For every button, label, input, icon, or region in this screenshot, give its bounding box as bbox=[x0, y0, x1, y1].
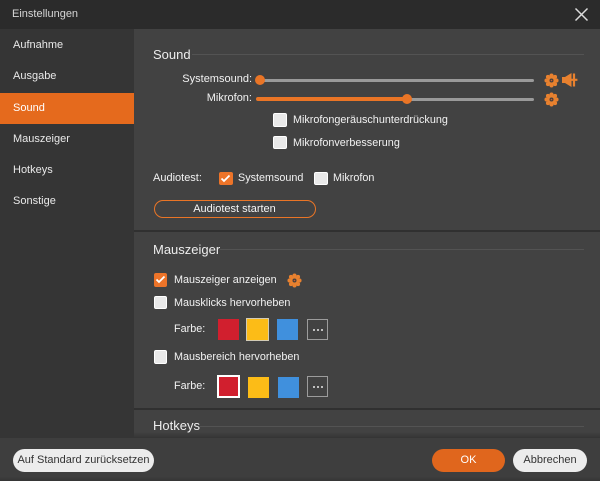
check-icon bbox=[220, 174, 231, 183]
audiotest-start-button[interactable]: Audiotest starten bbox=[154, 200, 316, 218]
audiotest-label: Audiotest: bbox=[153, 172, 202, 184]
mikrofon-slider-thumb[interactable] bbox=[402, 94, 412, 104]
click-color-yellow[interactable] bbox=[247, 319, 268, 340]
footer-bar: Auf Standard zurücksetzen OK Abbrechen bbox=[0, 438, 600, 481]
highlight-clicks-checkbox[interactable] bbox=[154, 296, 168, 310]
reset-button[interactable]: Auf Standard zurücksetzen bbox=[13, 449, 154, 472]
mauszeiger-heading-rule bbox=[220, 249, 584, 250]
area-color-label: Farbe: bbox=[174, 380, 205, 392]
click-color-red[interactable] bbox=[218, 319, 239, 340]
close-icon bbox=[574, 7, 589, 22]
sidebar-item-hotkeys[interactable]: Hotkeys bbox=[0, 155, 134, 186]
noise-reduction-checkbox[interactable] bbox=[273, 113, 287, 127]
mic-enhance-checkbox[interactable] bbox=[273, 136, 287, 150]
systemsound-slider-thumb[interactable] bbox=[255, 75, 265, 85]
sidebar-item-aufnahme[interactable]: Aufnahme bbox=[0, 30, 134, 61]
systemsound-slider-track[interactable] bbox=[258, 79, 534, 82]
systemsound-label: Systemsound: bbox=[154, 73, 252, 85]
speaker-plus-icon bbox=[562, 73, 580, 88]
highlight-clicks-label: Mausklicks hervorheben bbox=[174, 297, 290, 309]
gear-icon bbox=[287, 273, 302, 288]
check-icon bbox=[155, 275, 166, 284]
mic-enhance-label: Mikrofonverbesserung bbox=[293, 137, 400, 149]
mikrofon-slider-fill bbox=[256, 97, 407, 101]
mikrofon-settings-button[interactable] bbox=[544, 92, 559, 112]
audiotest-systemsound-checkbox[interactable] bbox=[219, 172, 233, 186]
mikrofon-label: Mikrofon: bbox=[154, 92, 252, 104]
hotkeys-heading: Hotkeys bbox=[153, 418, 200, 433]
click-color-blue[interactable] bbox=[277, 319, 298, 340]
sidebar-item-mauszeiger[interactable]: Mauszeiger bbox=[0, 124, 134, 155]
window-title: Einstellungen bbox=[12, 8, 78, 20]
cursor-settings-button[interactable] bbox=[287, 273, 302, 293]
ok-button[interactable]: OK bbox=[432, 449, 505, 472]
sound-heading-rule bbox=[192, 54, 584, 55]
highlight-area-label: Mausbereich hervorheben bbox=[174, 351, 299, 363]
systemsound-settings-button[interactable] bbox=[544, 73, 559, 93]
section-divider bbox=[134, 408, 600, 410]
audiotest-mikrofon-label: Mikrofon bbox=[333, 172, 374, 184]
cancel-button[interactable]: Abbrechen bbox=[513, 449, 587, 472]
show-cursor-checkbox[interactable] bbox=[154, 273, 168, 287]
noise-reduction-label: Mikrofongeräuschunterdrückung bbox=[293, 114, 448, 126]
click-color-more-button[interactable] bbox=[307, 319, 328, 340]
sidebar-item-sonstige[interactable]: Sonstige bbox=[0, 186, 134, 217]
main-panel: Sound Systemsound: bbox=[134, 29, 600, 438]
hotkeys-heading-rule bbox=[200, 426, 584, 427]
sidebar-item-ausgabe[interactable]: Ausgabe bbox=[0, 61, 134, 92]
area-color-blue[interactable] bbox=[278, 377, 299, 398]
titlebar: Einstellungen bbox=[0, 0, 600, 29]
sidebar: Aufnahme Ausgabe Sound Mauszeiger Hotkey… bbox=[0, 29, 134, 438]
audiotest-mikrofon-checkbox[interactable] bbox=[314, 172, 328, 186]
close-button[interactable] bbox=[571, 4, 592, 25]
area-color-red[interactable] bbox=[217, 375, 240, 398]
settings-dialog: Einstellungen Aufnahme Ausgabe Sound Mau… bbox=[0, 0, 600, 481]
click-color-label: Farbe: bbox=[174, 323, 205, 335]
section-divider bbox=[134, 230, 600, 232]
audiotest-systemsound-label: Systemsound bbox=[238, 172, 303, 184]
area-color-yellow[interactable] bbox=[248, 377, 269, 398]
highlight-area-checkbox[interactable] bbox=[154, 350, 168, 364]
area-color-more-button[interactable] bbox=[307, 376, 328, 397]
speaker-button[interactable] bbox=[562, 73, 580, 93]
gear-icon bbox=[544, 92, 559, 107]
sidebar-item-sound[interactable]: Sound bbox=[0, 93, 134, 124]
mauszeiger-heading: Mauszeiger bbox=[153, 242, 220, 257]
gear-icon bbox=[544, 73, 559, 88]
sound-heading: Sound bbox=[153, 47, 191, 62]
show-cursor-label: Mauszeiger anzeigen bbox=[174, 274, 277, 286]
